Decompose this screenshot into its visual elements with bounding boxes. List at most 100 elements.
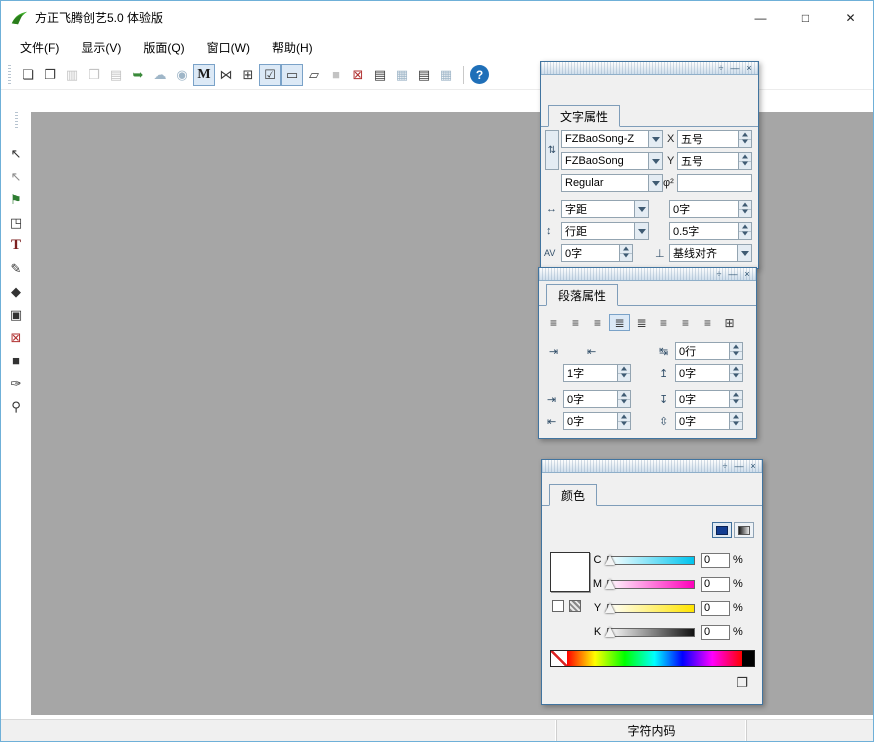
chevron-down-icon[interactable] — [634, 223, 648, 239]
open-document-button[interactable]: ❐ — [39, 64, 61, 86]
rect-frame-button[interactable]: ▭ — [281, 64, 303, 86]
valign-middle-button[interactable]: ≡ — [675, 314, 696, 331]
rainbow-gradient[interactable] — [567, 651, 742, 666]
spinner-up-icon[interactable] — [739, 153, 751, 161]
close-button[interactable]: ✕ — [828, 1, 873, 34]
spinner-down-icon[interactable] — [739, 161, 751, 170]
maximize-button[interactable]: □ — [783, 1, 828, 34]
spinner-down-icon[interactable] — [730, 373, 742, 382]
spinner-down-icon[interactable] — [739, 139, 751, 148]
magenta-slider[interactable] — [607, 580, 695, 589]
first-line-indent-field[interactable]: 1字 — [563, 364, 631, 382]
char-spacing-combo[interactable]: 字距 — [561, 200, 649, 218]
baseline-align-combo[interactable]: 基线对齐 — [669, 244, 752, 262]
ink-tool[interactable]: ◆ — [5, 281, 27, 302]
black-swatch[interactable] — [742, 651, 754, 666]
chevron-down-icon[interactable] — [648, 131, 662, 147]
minimize-button[interactable]: — — [734, 461, 744, 471]
menu-window[interactable]: 窗口(W) — [196, 35, 261, 60]
close-button[interactable]: × — [748, 461, 758, 471]
black-slider[interactable] — [607, 628, 695, 637]
tab-color[interactable]: 颜色 — [549, 484, 597, 506]
tab-text-properties[interactable]: 文字属性 — [548, 105, 620, 127]
spinner-up-icon[interactable] — [739, 223, 751, 231]
solid-fill-mode-button[interactable] — [712, 522, 732, 538]
spinner-down-icon[interactable] — [730, 421, 742, 430]
chevron-down-icon[interactable] — [634, 201, 648, 217]
close-button[interactable]: × — [742, 269, 752, 279]
size-y-combo[interactable]: 五号 — [677, 152, 752, 170]
pattern-color-button[interactable] — [569, 600, 581, 612]
minimize-button[interactable]: — — [738, 1, 783, 34]
slider-thumb[interactable] — [605, 603, 615, 613]
hanging-indent-icon[interactable]: ⇤ — [587, 345, 596, 358]
first-line-indent-icon[interactable]: ⇥ — [549, 345, 558, 358]
copy-color-button[interactable]: ❐ — [732, 674, 752, 691]
align-center-button[interactable]: ≡ — [565, 314, 586, 331]
tool-palette-grip[interactable] — [15, 112, 18, 130]
spinner-up-icon[interactable] — [739, 201, 751, 209]
brush-tool[interactable]: ✑ — [5, 373, 27, 394]
table-button[interactable]: ⊞ — [237, 64, 259, 86]
menu-view[interactable]: 显示(V) — [70, 35, 132, 60]
target-button[interactable]: ◉ — [171, 64, 193, 86]
menu-layout[interactable]: 版面(Q) — [132, 35, 195, 60]
font-style-combo[interactable]: Regular — [561, 174, 663, 192]
spinner-down-icon[interactable] — [730, 351, 742, 360]
slider-thumb[interactable] — [605, 627, 615, 637]
valign-bottom-button[interactable]: ≡ — [697, 314, 718, 331]
text-block-button[interactable]: M — [193, 64, 215, 86]
gradient-fill-mode-button[interactable] — [734, 522, 754, 538]
font-family-cjk-combo[interactable]: FZBaoSong — [561, 152, 663, 170]
save-document-button[interactable]: ▥ — [61, 64, 83, 86]
tab-paragraph-properties[interactable]: 段落属性 — [546, 284, 618, 306]
cyan-slider[interactable] — [607, 556, 695, 565]
text-list-button[interactable]: ▤ — [369, 64, 391, 86]
frame-tool[interactable]: ◳ — [5, 212, 27, 233]
space-after-field[interactable]: 0字 — [675, 364, 743, 382]
zoom-tool[interactable]: ⚲ — [5, 396, 27, 417]
rollup-button[interactable]: ÷ — [714, 269, 724, 279]
cut-tool[interactable]: ⊠ — [5, 327, 27, 348]
spinner-up-icon[interactable] — [618, 413, 630, 421]
yellow-value-field[interactable]: 0 — [701, 601, 730, 616]
select-tool[interactable]: ↖ — [5, 143, 27, 164]
chevron-down-icon[interactable] — [648, 153, 662, 169]
spinner-down-icon[interactable] — [730, 399, 742, 408]
direct-select-tool[interactable]: ↖ — [5, 166, 27, 187]
minimize-button[interactable]: — — [728, 269, 738, 279]
spinner-down-icon[interactable] — [618, 421, 630, 430]
flag-tool[interactable]: ⚑ — [5, 189, 27, 210]
delete-frame-button[interactable]: ⊠ — [347, 64, 369, 86]
kerning-value-field[interactable]: 0字 — [561, 244, 633, 262]
menu-help[interactable]: 帮助(H) — [261, 35, 324, 60]
spinner-down-icon[interactable] — [618, 373, 630, 382]
char-spacing-value-field[interactable]: 0字 — [669, 200, 752, 218]
spinner-down-icon[interactable] — [618, 399, 630, 408]
pencil-tool[interactable]: ✎ — [5, 258, 27, 279]
palette-titlebar[interactable]: ÷ — × — [542, 460, 762, 473]
spinner-down-icon[interactable] — [620, 253, 632, 262]
rollup-button[interactable]: ÷ — [720, 461, 730, 471]
vertical-text-toggle[interactable]: ⇅ — [545, 130, 559, 170]
spinner-up-icon[interactable] — [730, 413, 742, 421]
no-color-button[interactable] — [552, 600, 564, 612]
close-document-button[interactable]: ❒ — [83, 64, 105, 86]
dotted-frame-button[interactable]: ▦ — [391, 64, 413, 86]
new-document-button[interactable]: ❏ — [17, 64, 39, 86]
cyan-value-field[interactable]: 0 — [701, 553, 730, 568]
line-spacing-combo[interactable]: 行距 — [561, 222, 649, 240]
rollup-button[interactable]: ÷ — [716, 63, 726, 73]
import-button[interactable]: ➥ — [127, 64, 149, 86]
angle-field[interactable] — [677, 174, 752, 192]
size-x-combo[interactable]: 五号 — [677, 130, 752, 148]
palette-titlebar[interactable]: ÷ — × — [539, 268, 756, 281]
link-frames-button[interactable]: ⋈ — [215, 64, 237, 86]
drop-cap-lines-field[interactable]: 0字 — [675, 390, 743, 408]
stamp-button[interactable]: ☁ — [149, 64, 171, 86]
spinner-up-icon[interactable] — [730, 391, 742, 399]
spinner-down-icon[interactable] — [739, 231, 751, 240]
right-indent-field[interactable]: 0字 — [563, 412, 631, 430]
align-justify-button[interactable]: ≣ — [609, 314, 630, 331]
menu-file[interactable]: 文件(F) — [9, 35, 70, 60]
